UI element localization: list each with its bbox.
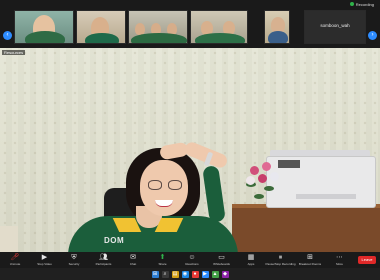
apps-button[interactable]: ▦ Apps	[240, 254, 262, 266]
app-icon[interactable]: ●	[191, 270, 199, 278]
zoom-icon[interactable]: ▶	[201, 270, 209, 278]
leave-button[interactable]: Leave	[358, 256, 376, 264]
recording-label: Recording	[355, 1, 374, 7]
search-icon[interactable]: ⌕	[161, 270, 169, 278]
share-button[interactable]: ⬆ Share	[152, 254, 174, 266]
start-icon[interactable]: ⊞	[151, 270, 159, 278]
participant-thumbnail[interactable]	[264, 10, 290, 44]
chevron-right-icon[interactable]: ›	[368, 31, 377, 40]
flower-plant	[244, 160, 280, 208]
app-icon[interactable]: ▲	[211, 270, 219, 278]
thumbnail-strip: ‹ somboon_wah ›	[0, 10, 380, 46]
chevron-left-icon[interactable]: ‹	[3, 31, 12, 40]
title-bar: Recording	[0, 0, 380, 8]
share-icon: ⬆	[159, 254, 166, 261]
more-icon: ⋯	[336, 254, 343, 261]
whiteboards-button[interactable]: ▭ Whiteboards	[211, 254, 233, 266]
windows-taskbar: ⊞ ⌕ ▤ ◉ ● ▶ ▲ ◆	[0, 268, 380, 280]
participant-thumbnail[interactable]: somboon_wah	[304, 10, 366, 44]
browser-icon[interactable]: ◉	[181, 270, 189, 278]
apps-icon: ▦	[247, 254, 255, 261]
breakout-icon: ⊞	[307, 254, 313, 261]
more-button[interactable]: ⋯ More	[329, 254, 351, 266]
app-icon[interactable]: ◆	[221, 270, 229, 278]
participant-thumbnail[interactable]	[190, 10, 248, 44]
breakout-rooms-button[interactable]: ⊞ Breakout Rooms	[299, 254, 321, 266]
recording-button[interactable]: ⏸ Pause/Stop Recording	[265, 254, 295, 266]
zoom-meeting-window: Recording ‹ somboon_wah › DOM Resources …	[0, 0, 380, 280]
security-icon: ⛨	[71, 254, 77, 261]
cabinet	[0, 226, 18, 252]
recording-dot-icon	[349, 2, 354, 6]
participants-icon: 👥︎	[99, 254, 108, 261]
file-explorer-icon[interactable]: ▤	[171, 270, 179, 278]
participant-name: somboon_wah	[320, 23, 350, 28]
shirt-logo: DOM	[104, 236, 125, 245]
reactions-button[interactable]: ☺ Reactions	[181, 254, 203, 266]
unmute-button[interactable]: 🎤︎ Unmute	[4, 254, 26, 266]
participant-thumbnail[interactable]	[128, 10, 188, 44]
glasses-icon	[146, 180, 186, 190]
recording-indicator[interactable]: Recording	[349, 1, 374, 7]
participant-thumbnail[interactable]	[14, 10, 74, 44]
stop-video-button[interactable]: ▶ Stop Video	[34, 254, 56, 266]
participant-thumbnail[interactable]	[76, 10, 126, 44]
video-icon: ▶	[41, 254, 48, 261]
active-speaker-video: DOM Resources	[0, 48, 380, 252]
whiteboard-icon: ▭	[218, 254, 225, 261]
meeting-controls: 🎤︎ Unmute ▶ Stop Video ⛨ Security 👥︎ Par…	[0, 252, 380, 268]
security-button[interactable]: ⛨ Security	[63, 254, 85, 266]
view-label: Resources	[2, 50, 26, 55]
chat-icon: ✉	[130, 254, 136, 261]
reactions-icon: ☺	[188, 254, 196, 261]
chat-button[interactable]: ✉ Chat	[122, 254, 144, 266]
mic-icon: 🎤︎	[10, 254, 20, 261]
participants-button[interactable]: 👥︎ Participants	[93, 254, 115, 266]
record-icon: ⏸	[278, 254, 283, 261]
